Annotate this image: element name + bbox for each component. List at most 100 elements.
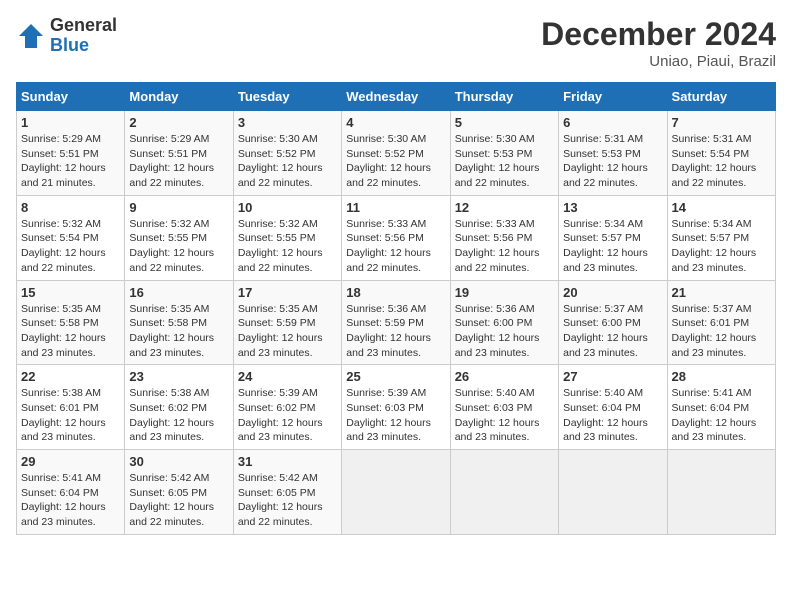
day-info: Sunrise: 5:33 AMSunset: 5:56 PMDaylight:…: [346, 218, 431, 274]
day-number: 12: [455, 200, 554, 215]
day-info: Sunrise: 5:32 AMSunset: 5:55 PMDaylight:…: [129, 218, 214, 274]
day-info: Sunrise: 5:42 AMSunset: 6:05 PMDaylight:…: [129, 472, 214, 528]
day-number: 24: [238, 369, 337, 384]
logo-text: General Blue: [50, 16, 117, 56]
day-number: 27: [563, 369, 662, 384]
day-info: Sunrise: 5:36 AMSunset: 6:00 PMDaylight:…: [455, 303, 540, 359]
calendar-cell: 20 Sunrise: 5:37 AMSunset: 6:00 PMDaylig…: [559, 280, 667, 365]
calendar-cell: 9 Sunrise: 5:32 AMSunset: 5:55 PMDayligh…: [125, 195, 233, 280]
month-title: December 2024: [541, 16, 776, 53]
day-info: Sunrise: 5:35 AMSunset: 5:58 PMDaylight:…: [21, 303, 106, 359]
day-info: Sunrise: 5:32 AMSunset: 5:55 PMDaylight:…: [238, 218, 323, 274]
day-info: Sunrise: 5:40 AMSunset: 6:03 PMDaylight:…: [455, 387, 540, 443]
day-info: Sunrise: 5:41 AMSunset: 6:04 PMDaylight:…: [672, 387, 757, 443]
calendar-cell: 23 Sunrise: 5:38 AMSunset: 6:02 PMDaylig…: [125, 365, 233, 450]
day-info: Sunrise: 5:38 AMSunset: 6:01 PMDaylight:…: [21, 387, 106, 443]
calendar-cell: 27 Sunrise: 5:40 AMSunset: 6:04 PMDaylig…: [559, 365, 667, 450]
calendar-row-0: 1 Sunrise: 5:29 AMSunset: 5:51 PMDayligh…: [17, 111, 776, 196]
day-header-thursday: Thursday: [450, 83, 558, 111]
day-header-tuesday: Tuesday: [233, 83, 341, 111]
calendar-cell: 11 Sunrise: 5:33 AMSunset: 5:56 PMDaylig…: [342, 195, 450, 280]
day-number: 17: [238, 285, 337, 300]
calendar-cell: 30 Sunrise: 5:42 AMSunset: 6:05 PMDaylig…: [125, 450, 233, 535]
day-number: 18: [346, 285, 445, 300]
day-info: Sunrise: 5:39 AMSunset: 6:02 PMDaylight:…: [238, 387, 323, 443]
day-number: 10: [238, 200, 337, 215]
day-number: 7: [672, 115, 771, 130]
day-header-wednesday: Wednesday: [342, 83, 450, 111]
day-number: 23: [129, 369, 228, 384]
day-number: 22: [21, 369, 120, 384]
calendar-cell: 17 Sunrise: 5:35 AMSunset: 5:59 PMDaylig…: [233, 280, 341, 365]
calendar-cell: [342, 450, 450, 535]
day-info: Sunrise: 5:35 AMSunset: 5:58 PMDaylight:…: [129, 303, 214, 359]
calendar-cell: 10 Sunrise: 5:32 AMSunset: 5:55 PMDaylig…: [233, 195, 341, 280]
calendar-cell: 15 Sunrise: 5:35 AMSunset: 5:58 PMDaylig…: [17, 280, 125, 365]
header: General Blue December 2024 Uniao, Piaui,…: [16, 16, 776, 70]
day-number: 9: [129, 200, 228, 215]
calendar-cell: 16 Sunrise: 5:35 AMSunset: 5:58 PMDaylig…: [125, 280, 233, 365]
calendar-cell: 13 Sunrise: 5:34 AMSunset: 5:57 PMDaylig…: [559, 195, 667, 280]
calendar-row-2: 15 Sunrise: 5:35 AMSunset: 5:58 PMDaylig…: [17, 280, 776, 365]
day-info: Sunrise: 5:40 AMSunset: 6:04 PMDaylight:…: [563, 387, 648, 443]
calendar-cell: 29 Sunrise: 5:41 AMSunset: 6:04 PMDaylig…: [17, 450, 125, 535]
calendar-cell: 14 Sunrise: 5:34 AMSunset: 5:57 PMDaylig…: [667, 195, 775, 280]
calendar-cell: 26 Sunrise: 5:40 AMSunset: 6:03 PMDaylig…: [450, 365, 558, 450]
calendar-cell: 22 Sunrise: 5:38 AMSunset: 6:01 PMDaylig…: [17, 365, 125, 450]
day-number: 19: [455, 285, 554, 300]
calendar-cell: 24 Sunrise: 5:39 AMSunset: 6:02 PMDaylig…: [233, 365, 341, 450]
day-number: 11: [346, 200, 445, 215]
day-info: Sunrise: 5:41 AMSunset: 6:04 PMDaylight:…: [21, 472, 106, 528]
calendar-cell: [450, 450, 558, 535]
calendar-cell: 2 Sunrise: 5:29 AMSunset: 5:51 PMDayligh…: [125, 111, 233, 196]
day-info: Sunrise: 5:36 AMSunset: 5:59 PMDaylight:…: [346, 303, 431, 359]
day-info: Sunrise: 5:34 AMSunset: 5:57 PMDaylight:…: [672, 218, 757, 274]
day-info: Sunrise: 5:30 AMSunset: 5:53 PMDaylight:…: [455, 133, 540, 189]
calendar-cell: 31 Sunrise: 5:42 AMSunset: 6:05 PMDaylig…: [233, 450, 341, 535]
calendar-cell: 25 Sunrise: 5:39 AMSunset: 6:03 PMDaylig…: [342, 365, 450, 450]
day-info: Sunrise: 5:31 AMSunset: 5:54 PMDaylight:…: [672, 133, 757, 189]
calendar-cell: 18 Sunrise: 5:36 AMSunset: 5:59 PMDaylig…: [342, 280, 450, 365]
day-number: 5: [455, 115, 554, 130]
day-info: Sunrise: 5:39 AMSunset: 6:03 PMDaylight:…: [346, 387, 431, 443]
day-info: Sunrise: 5:35 AMSunset: 5:59 PMDaylight:…: [238, 303, 323, 359]
day-number: 3: [238, 115, 337, 130]
day-info: Sunrise: 5:29 AMSunset: 5:51 PMDaylight:…: [129, 133, 214, 189]
calendar-cell: 28 Sunrise: 5:41 AMSunset: 6:04 PMDaylig…: [667, 365, 775, 450]
day-header-sunday: Sunday: [17, 83, 125, 111]
day-info: Sunrise: 5:37 AMSunset: 6:00 PMDaylight:…: [563, 303, 648, 359]
day-number: 14: [672, 200, 771, 215]
day-header-friday: Friday: [559, 83, 667, 111]
calendar-cell: 12 Sunrise: 5:33 AMSunset: 5:56 PMDaylig…: [450, 195, 558, 280]
day-info: Sunrise: 5:34 AMSunset: 5:57 PMDaylight:…: [563, 218, 648, 274]
day-number: 21: [672, 285, 771, 300]
day-info: Sunrise: 5:37 AMSunset: 6:01 PMDaylight:…: [672, 303, 757, 359]
day-number: 15: [21, 285, 120, 300]
day-info: Sunrise: 5:42 AMSunset: 6:05 PMDaylight:…: [238, 472, 323, 528]
calendar-cell: 3 Sunrise: 5:30 AMSunset: 5:52 PMDayligh…: [233, 111, 341, 196]
day-number: 16: [129, 285, 228, 300]
calendar: SundayMondayTuesdayWednesdayThursdayFrid…: [16, 82, 776, 535]
day-info: Sunrise: 5:32 AMSunset: 5:54 PMDaylight:…: [21, 218, 106, 274]
calendar-row-3: 22 Sunrise: 5:38 AMSunset: 6:01 PMDaylig…: [17, 365, 776, 450]
day-info: Sunrise: 5:38 AMSunset: 6:02 PMDaylight:…: [129, 387, 214, 443]
day-number: 13: [563, 200, 662, 215]
calendar-cell: 21 Sunrise: 5:37 AMSunset: 6:01 PMDaylig…: [667, 280, 775, 365]
logo: General Blue: [16, 16, 117, 56]
day-number: 6: [563, 115, 662, 130]
day-number: 26: [455, 369, 554, 384]
calendar-cell: 8 Sunrise: 5:32 AMSunset: 5:54 PMDayligh…: [17, 195, 125, 280]
day-header-monday: Monday: [125, 83, 233, 111]
calendar-cell: 5 Sunrise: 5:30 AMSunset: 5:53 PMDayligh…: [450, 111, 558, 196]
calendar-cell: [559, 450, 667, 535]
calendar-cell: 1 Sunrise: 5:29 AMSunset: 5:51 PMDayligh…: [17, 111, 125, 196]
day-number: 29: [21, 454, 120, 469]
subtitle: Uniao, Piaui, Brazil: [541, 53, 776, 70]
day-info: Sunrise: 5:30 AMSunset: 5:52 PMDaylight:…: [238, 133, 323, 189]
day-number: 8: [21, 200, 120, 215]
day-number: 1: [21, 115, 120, 130]
day-number: 30: [129, 454, 228, 469]
day-info: Sunrise: 5:33 AMSunset: 5:56 PMDaylight:…: [455, 218, 540, 274]
day-number: 20: [563, 285, 662, 300]
day-number: 2: [129, 115, 228, 130]
